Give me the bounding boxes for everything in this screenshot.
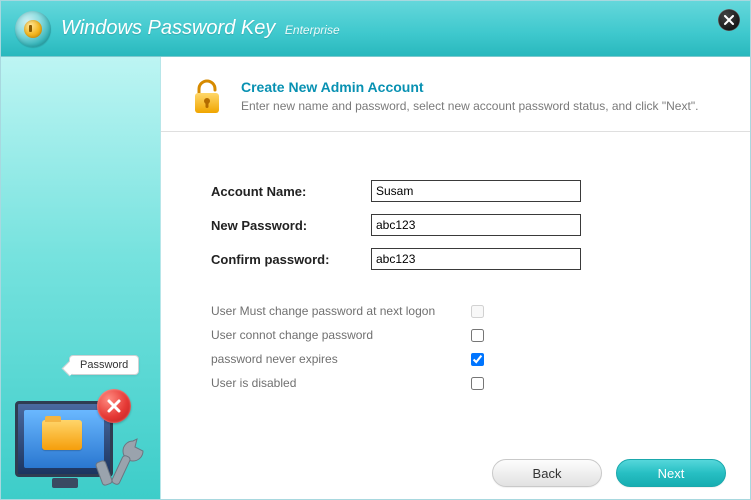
option-label: password never expires	[211, 352, 471, 366]
password-pill: Password	[69, 355, 139, 375]
confirm-password-input[interactable]	[371, 248, 581, 270]
next-button[interactable]: Next	[616, 459, 726, 487]
tools-icon	[93, 435, 153, 489]
option-row: User connot change password	[211, 328, 700, 342]
intro-section: Create New Admin Account Enter new name …	[161, 57, 750, 132]
back-button[interactable]: Back	[492, 459, 602, 487]
sidebar-illustration: Password	[1, 333, 160, 493]
password-pill-text: Password	[80, 359, 128, 371]
app-window: Windows Password Key Enterprise Password	[0, 0, 751, 500]
new-password-input[interactable]	[371, 214, 581, 236]
option-checkbox[interactable]	[471, 329, 484, 342]
option-row: User Must change password at next logon	[211, 304, 700, 318]
error-badge-icon	[97, 389, 131, 423]
intro-subheading: Enter new name and password, select new …	[241, 99, 698, 113]
confirm-password-label: Confirm password:	[211, 252, 371, 267]
footer-bar: Back Next	[161, 447, 750, 499]
close-button[interactable]	[718, 9, 740, 31]
option-label: User is disabled	[211, 376, 471, 390]
option-checkbox[interactable]	[471, 353, 484, 366]
app-title: Windows Password Key Enterprise	[61, 17, 340, 40]
sidebar: Password	[1, 57, 161, 499]
option-row: password never expires	[211, 352, 700, 366]
main-panel: Create New Admin Account Enter new name …	[161, 57, 750, 499]
app-logo-icon	[15, 11, 51, 47]
account-name-label: Account Name:	[211, 184, 371, 199]
option-row: User is disabled	[211, 376, 700, 390]
intro-heading: Create New Admin Account	[241, 79, 698, 95]
option-label: User Must change password at next logon	[211, 304, 471, 318]
app-edition: Enterprise	[285, 23, 340, 37]
account-name-input[interactable]	[371, 180, 581, 202]
form-area: Account Name: New Password: Confirm pass…	[161, 132, 750, 292]
option-checkbox[interactable]	[471, 377, 484, 390]
title-bar: Windows Password Key Enterprise	[1, 1, 750, 57]
app-title-text: Windows Password Key	[61, 17, 275, 39]
close-icon	[724, 15, 734, 25]
padlock-icon	[189, 79, 225, 117]
options-area: User Must change password at next logon U…	[161, 292, 750, 390]
new-password-label: New Password:	[211, 218, 371, 233]
option-label: User connot change password	[211, 328, 471, 342]
option-checkbox	[471, 305, 484, 318]
